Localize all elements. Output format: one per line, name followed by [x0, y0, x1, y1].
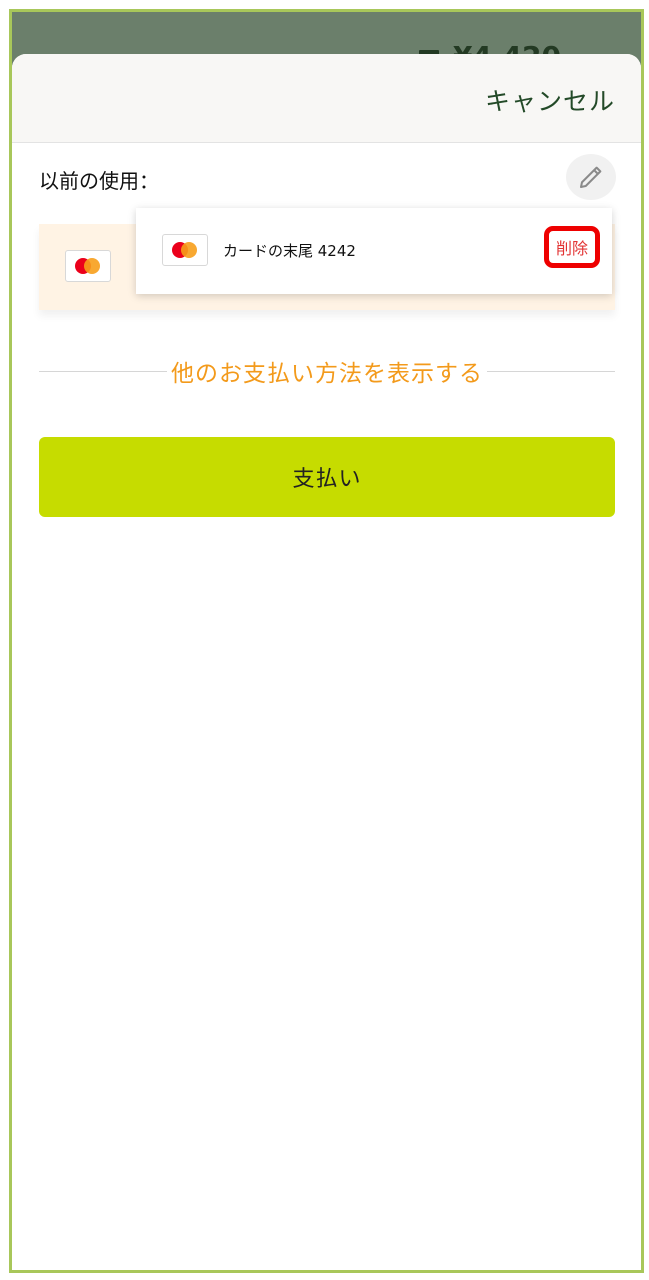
payment-sheet: キャンセル 以前の使用： カードの末尾 4242 削除 他のお支払い方法を表示す… [12, 54, 641, 1270]
sheet-header: キャンセル [12, 54, 641, 143]
divider-line [39, 370, 167, 372]
cancel-button[interactable]: キャンセル [485, 82, 615, 118]
previously-used-label: 以前の使用： [39, 169, 159, 193]
delete-card-button[interactable]: 削除 [544, 226, 600, 268]
pay-button[interactable]: 支払い [39, 437, 615, 517]
other-methods-divider: 他のお支払い方法を表示する [39, 354, 615, 388]
show-other-methods-link[interactable]: 他のお支払い方法を表示する [167, 354, 487, 388]
card-label: カードの末尾 4242 [223, 242, 356, 260]
mastercard-icon [162, 234, 208, 266]
card-options-dropdown: カードの末尾 4242 削除 [136, 208, 612, 294]
divider-line [487, 370, 615, 372]
edit-button[interactable] [566, 154, 616, 200]
app-frame: ¥4,420 キャンセル 以前の使用： カードの末尾 4242 削除 [9, 9, 644, 1273]
pencil-icon [580, 166, 602, 188]
mastercard-icon [65, 250, 111, 282]
